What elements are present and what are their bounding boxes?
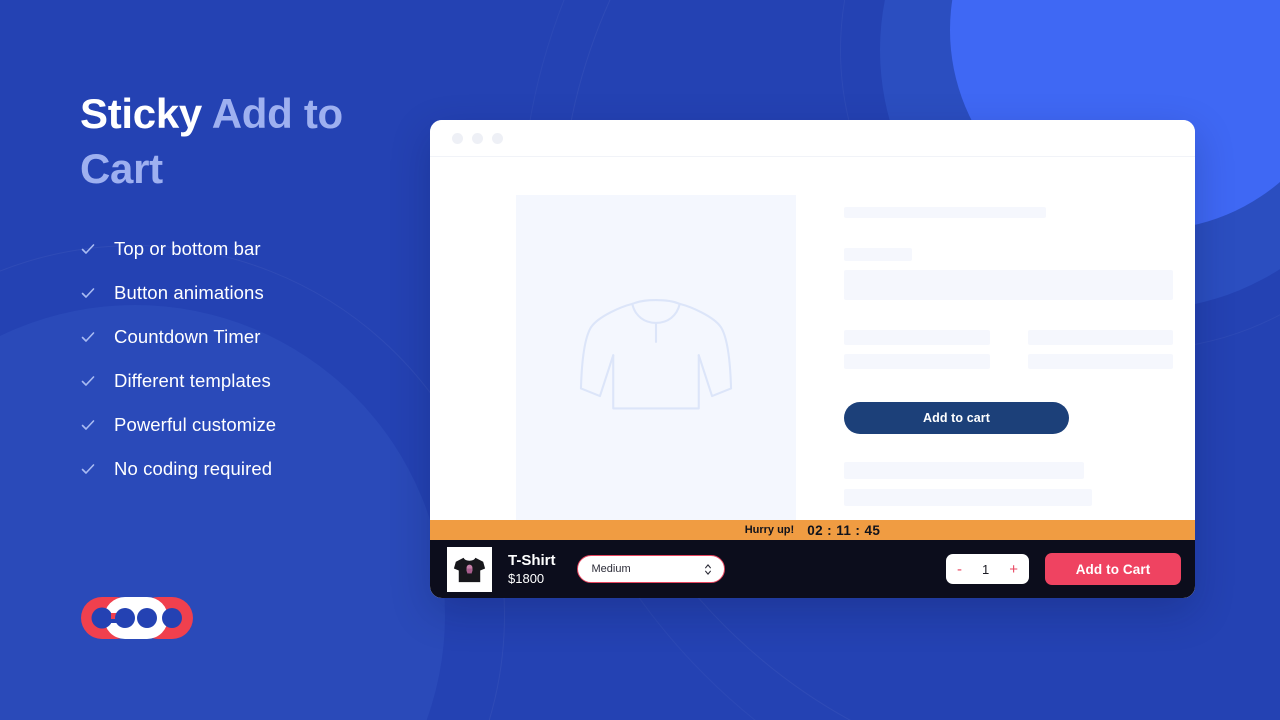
feature-label: Different templates — [114, 369, 271, 391]
product-summary: T-Shirt $1800 — [508, 552, 556, 587]
black-tshirt-thumbnail — [453, 557, 486, 582]
check-icon — [81, 420, 95, 430]
browser-window: Add to cart Hurry up! 02 : 11 : 45 T-Shi… — [430, 120, 1195, 598]
quantity-value: 1 — [982, 561, 990, 577]
add-to-cart-button[interactable]: Add to cart — [844, 402, 1069, 434]
skeleton-product-title — [844, 207, 1046, 218]
check-icon — [81, 376, 95, 386]
long-sleeve-shirt-icon — [579, 299, 733, 410]
variant-select[interactable]: Medium — [576, 555, 725, 583]
product-price: $1800 — [508, 570, 545, 586]
browser-chrome — [430, 120, 1195, 157]
skeleton-product-subtitle — [844, 248, 912, 261]
skeleton-option-row — [844, 330, 1173, 345]
skeleton-option-cell — [844, 354, 990, 369]
sticky-add-to-cart: Hurry up! 02 : 11 : 45 T-Shirt $1800 Med… — [430, 520, 1195, 598]
product-page-content: Add to cart — [430, 195, 1195, 523]
gooo-logo-icon — [81, 597, 193, 639]
feature-item: No coding required — [80, 447, 420, 491]
skeleton-option-cell — [844, 330, 990, 345]
quantity-stepper: - 1 + — [946, 554, 1029, 584]
window-close-dot[interactable] — [452, 132, 463, 144]
sticky-bar: T-Shirt $1800 Medium - 1 + Add to Cart — [430, 540, 1195, 598]
feature-item: Different templates — [80, 359, 420, 403]
check-icon — [81, 244, 95, 254]
feature-label: No coding required — [114, 457, 273, 479]
feature-item: Countdown Timer — [80, 315, 420, 359]
window-minimize-dot[interactable] — [472, 132, 483, 144]
page-title-strong: Sticky — [80, 90, 202, 137]
countdown-timer: 02 : 11 : 45 — [807, 522, 881, 538]
feature-label: Powerful customize — [114, 413, 277, 435]
skeleton-footer-line — [844, 462, 1084, 479]
skeleton-option-cell — [1027, 354, 1173, 369]
feature-item: Powerful customize — [80, 403, 420, 447]
hero-panel: Sticky Add to Cart Top or bottom bar But… — [80, 86, 420, 491]
skeleton-option-row — [844, 354, 1173, 369]
brand-logo — [80, 596, 206, 640]
feature-label: Button animations — [114, 281, 264, 303]
page-title: Sticky Add to Cart — [80, 86, 420, 197]
quantity-increment-button[interactable]: + — [1009, 562, 1018, 577]
variant-selected-value: Medium — [591, 563, 631, 575]
feature-label: Countdown Timer — [114, 325, 261, 347]
countdown-bar: Hurry up! 02 : 11 : 45 — [430, 520, 1195, 540]
skeleton-product-description — [844, 270, 1173, 300]
feature-item: Top or bottom bar — [80, 227, 420, 271]
countdown-message: Hurry up! — [744, 524, 795, 536]
product-page: Add to cart Hurry up! 02 : 11 : 45 T-Shi… — [430, 157, 1195, 598]
check-icon — [81, 288, 95, 298]
skeleton-footer-block — [844, 462, 1173, 506]
select-updown-chevron-icon — [704, 563, 711, 575]
quantity-decrement-button[interactable]: - — [957, 562, 962, 577]
check-icon — [81, 332, 95, 342]
product-thumbnail[interactable] — [447, 546, 492, 592]
feature-item: Button animations — [80, 271, 420, 315]
product-image-placeholder — [516, 195, 796, 523]
product-name: T-Shirt — [508, 551, 556, 569]
product-details-skeleton: Add to cart — [844, 195, 1173, 523]
window-maximize-dot[interactable] — [492, 132, 503, 144]
skeleton-footer-line — [844, 489, 1092, 506]
check-icon — [81, 464, 95, 474]
skeleton-option-cell — [1027, 330, 1173, 345]
feature-label: Top or bottom bar — [114, 237, 261, 259]
sticky-add-to-cart-button[interactable]: Add to Cart — [1045, 553, 1181, 585]
feature-list: Top or bottom bar Button animations Coun… — [80, 227, 420, 491]
